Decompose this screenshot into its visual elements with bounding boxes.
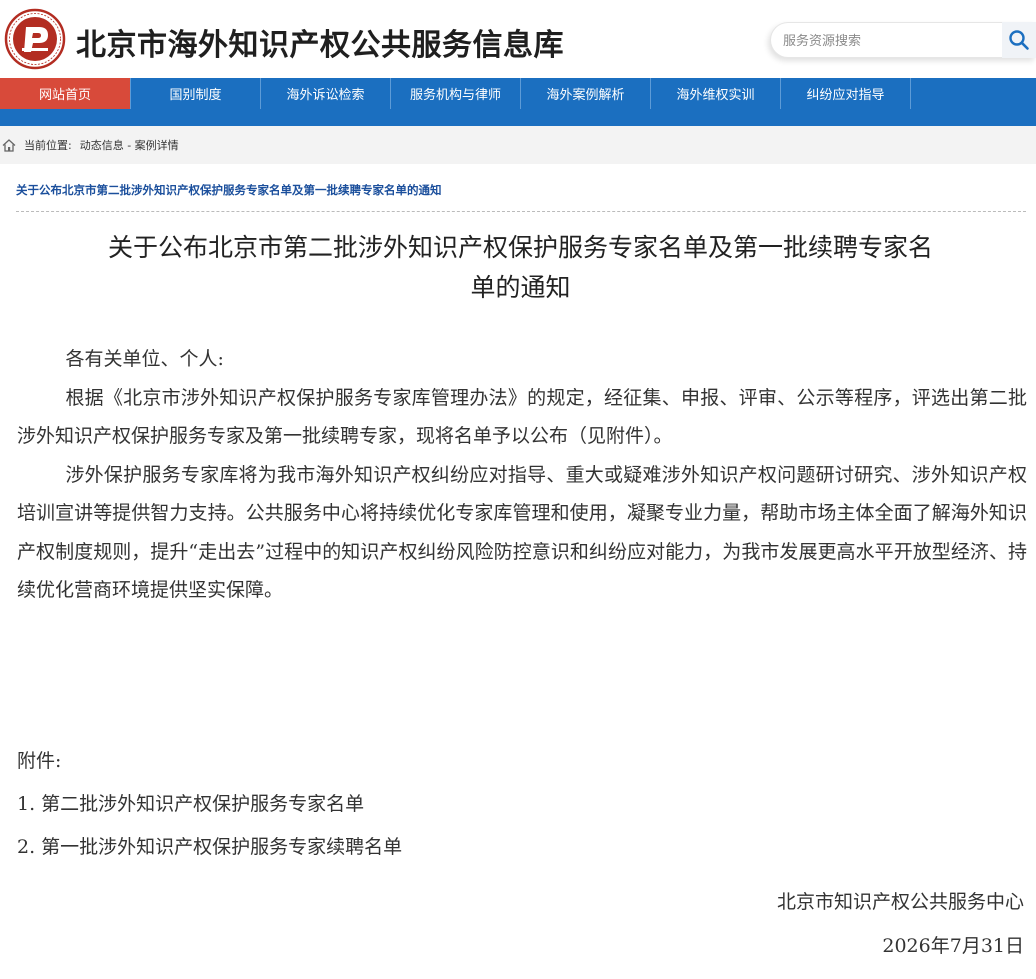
article-subtitle: 关于公布北京市第二批涉外知识产权保护服务专家名单及第一批续聘专家名单的通知 xyxy=(16,183,442,197)
paragraph-2: 涉外保护服务专家库将为我市海外知识产权纠纷应对指导、重大或疑难涉外知识产权问题研… xyxy=(17,463,1027,602)
site-header: 北京市海外知识产权公共服务信息库 xyxy=(0,0,1036,78)
attachments: 附件: 1. 第二批涉外知识产权保护服务专家名单 2. 第一批涉外知识产权保护服… xyxy=(17,740,1017,869)
article-title-line-1: 关于公布北京市第二批涉外知识产权保护服务专家名单及第一批续聘专家名 xyxy=(107,233,933,262)
date: 2026年7月31日 xyxy=(882,935,1024,957)
nav-item-case-analysis[interactable]: 海外案例解析 xyxy=(521,78,651,109)
nav-item-country-system[interactable]: 国别制度 xyxy=(131,78,261,109)
paragraph-1: 根据《北京市涉外知识产权保护服务专家库管理办法》的规定，经征集、申报、评审、公示… xyxy=(17,386,1027,448)
nav-item-dispute-guidance[interactable]: 纠纷应对指导 xyxy=(781,78,911,109)
logo-emblem-icon[interactable] xyxy=(4,8,66,70)
article-body: 各有关单位、个人: 根据《北京市涉外知识产权保护服务专家库管理办法》的规定，经征… xyxy=(17,340,1027,610)
breadcrumb-label: 当前位置: xyxy=(24,139,72,152)
main-nav: 网站首页 国别制度 海外诉讼检索 服务机构与律师 海外案例解析 海外维权实训 纠… xyxy=(0,78,1036,109)
attachment-link-1[interactable]: 1. 第二批涉外知识产权保护服务专家名单 xyxy=(17,783,1017,826)
nav-band xyxy=(0,109,1036,126)
search-icon xyxy=(1009,30,1029,50)
nav-item-rights-training[interactable]: 海外维权实训 xyxy=(651,78,781,109)
attachment-link-2[interactable]: 2. 第一批涉外知识产权保护服务专家续聘名单 xyxy=(17,826,1017,869)
article-title: 关于公布北京市第二批涉外知识产权保护服务专家名单及第一批续聘专家名 单的通知 xyxy=(18,228,1023,308)
site-title: 北京市海外知识产权公共服务信息库 xyxy=(76,28,564,63)
home-icon xyxy=(2,138,16,152)
attachments-label: 附件: xyxy=(17,750,62,772)
search-input[interactable] xyxy=(783,31,1003,51)
nav-item-home[interactable]: 网站首页 xyxy=(0,78,131,109)
article-title-line-2: 单的通知 xyxy=(470,273,571,302)
search-box xyxy=(770,22,1036,58)
nav-item-litigation-search[interactable]: 海外诉讼检索 xyxy=(261,78,391,109)
nav-item-service-agencies[interactable]: 服务机构与律师 xyxy=(391,78,521,109)
salutation: 各有关单位、个人: xyxy=(65,348,224,370)
signature: 北京市知识产权公共服务中心 xyxy=(776,891,1024,913)
search-button[interactable] xyxy=(1002,22,1036,58)
divider xyxy=(16,211,1026,212)
breadcrumb: 当前位置: 动态信息 - 案例详情 xyxy=(0,126,1036,164)
breadcrumb-path[interactable]: 动态信息 - 案例详情 xyxy=(80,137,179,153)
